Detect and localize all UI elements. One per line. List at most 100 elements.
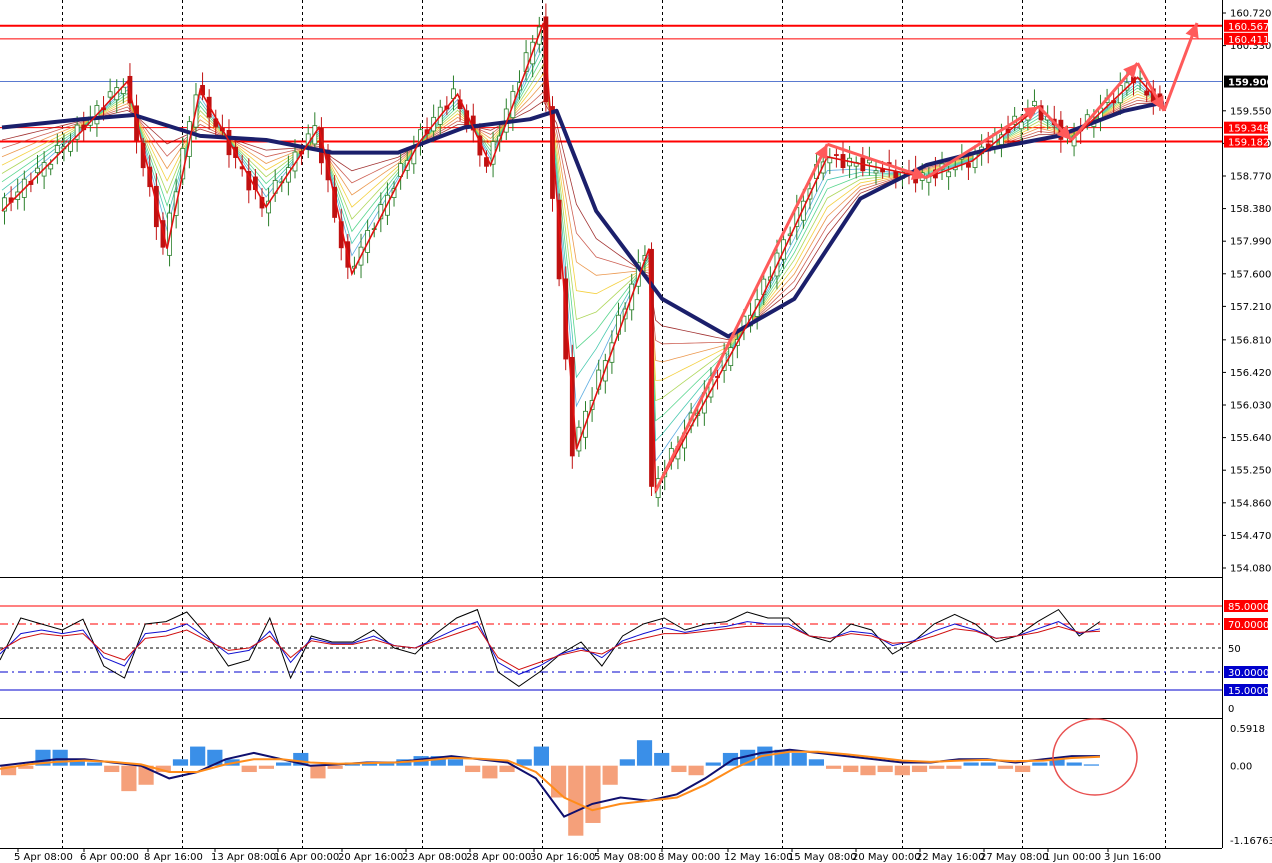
trading-chart[interactable]: 160.720160.330159.550159.160158.770158.3… [0,0,1272,863]
candle-body [54,145,60,153]
macd-histogram-bar [602,765,618,785]
candle-body [35,167,40,174]
macd-histogram-bar [1083,764,1099,766]
stochastic-tick-label: 0 [1228,704,1234,715]
price-tick-label: 158.380 [1230,204,1271,215]
price-tick-label: 156.810 [1230,335,1271,346]
time-tick-label: 16 Apr 00:00 [274,852,339,863]
macd-histogram-bar [929,765,945,769]
current-price-label: 159.900 [1228,78,1272,89]
candle-body [893,171,899,179]
macd-histogram-bar [1066,762,1082,766]
candle-body [827,157,833,164]
macd-tick-label: -1.16763 [1230,836,1272,847]
macd-histogram-bar [172,759,189,766]
macd-histogram-bar [465,765,481,773]
time-tick-label: 5 May 08:00 [594,852,656,863]
time-tick-label: 13 Apr 08:00 [211,852,276,863]
candle-body [833,154,839,156]
price-tick-label: 154.470 [1230,531,1271,542]
candle-body [873,170,879,174]
price-tick-label: 157.210 [1230,302,1271,313]
macd-histogram-bar [533,746,549,766]
macd-histogram-bar [258,765,274,769]
time-tick-label: 28 Apr 00:00 [466,852,531,863]
macd-histogram-bar [688,765,704,776]
macd-histogram-bar [1032,762,1048,766]
price-tick-label: 156.030 [1230,401,1271,412]
candle-body [966,163,971,168]
macd-histogram-bar [121,765,137,792]
time-tick-label: 20 Apr 16:00 [338,852,403,863]
time-tick-label: 3 Jun 16:00 [1104,852,1161,863]
macd-histogram-bar [980,762,996,766]
level-price-label: 160.411 [1228,35,1269,46]
macd-histogram-bar [447,759,464,766]
candle-body [866,159,872,164]
macd-tick-label: 0.5918 [1230,724,1265,735]
macd-histogram-bar [997,765,1014,769]
macd-histogram-bar [911,765,928,773]
time-tick-label: 22 May 16:00 [916,852,985,863]
price-tick-label: 157.990 [1230,237,1271,248]
macd-histogram-bar [190,746,206,766]
time-tick-label: 6 Apr 00:00 [80,852,139,863]
macd-histogram-bar [104,765,120,773]
macd-histogram-bar [1015,765,1031,773]
price-tick-label: 154.080 [1230,564,1271,575]
macd-histogram-bar [705,762,721,766]
time-tick-label: 8 Apr 16:00 [144,852,203,863]
price-tick-label: 158.770 [1230,171,1271,182]
candle-body [946,171,952,178]
level-price-label: 160.567 [1228,22,1269,33]
macd-histogram-bar [860,765,876,776]
price-tick-label: 160.720 [1230,9,1271,20]
macd-histogram-bar [946,765,962,769]
stochastic-level-label: 15.0000 [1228,686,1269,697]
price-tick-label: 154.860 [1230,498,1271,509]
candle-body [107,91,113,98]
stochastic-level-label: 30.0000 [1228,668,1269,679]
macd-tick-label: 0.00 [1230,762,1252,773]
price-tick-label: 159.550 [1230,106,1271,117]
time-tick-label: 30 Apr 16:00 [530,852,595,863]
macd-histogram-bar [671,765,687,773]
candle-body [1144,90,1150,96]
time-tick-label: 20 May 00:00 [852,852,921,863]
macd-histogram-bar [482,765,498,779]
price-tick-label: 156.420 [1230,368,1271,379]
time-tick-label: 27 May 08:00 [980,852,1049,863]
level-price-label: 159.348 [1228,124,1269,135]
time-tick-label: 12 May 16:00 [724,852,793,863]
macd-histogram-bar [826,765,842,769]
macd-histogram-bar [241,765,257,773]
time-tick-label: 5 Apr 08:00 [14,852,73,863]
macd-histogram-bar [619,759,635,766]
macd-histogram-bar [499,765,515,773]
time-tick-label: 8 May 00:00 [658,852,720,863]
macd-histogram-bar [791,752,807,766]
macd-histogram-bar [276,762,292,766]
macd-histogram-bar [52,749,68,766]
time-tick-label: 15 May 08:00 [788,852,857,863]
macd-histogram-bar [654,752,670,766]
price-tick-label: 155.250 [1230,466,1271,477]
macd-histogram-bar [585,765,601,823]
candle-body [1032,100,1037,106]
macd-histogram-bar [843,765,859,773]
time-tick-label: 23 Apr 08:00 [402,852,467,863]
macd-histogram-bar [636,740,653,766]
macd-histogram-bar [894,765,910,776]
macd-histogram-bar [86,762,103,766]
price-tick-label: 157.600 [1230,269,1271,280]
stochastic-level-label: 85.0000 [1228,602,1269,613]
time-tick-label: 1 Jun 00:00 [1044,852,1101,863]
macd-histogram-bar [327,765,343,769]
candle-body [1018,121,1024,130]
stochastic-tick-label: 50 [1228,644,1241,655]
macd-histogram-bar [310,765,326,779]
macd-histogram-bar [808,759,824,766]
macd-histogram-bar [963,762,979,766]
price-tick-label: 155.640 [1230,433,1271,444]
macd-histogram-bar [877,765,893,773]
